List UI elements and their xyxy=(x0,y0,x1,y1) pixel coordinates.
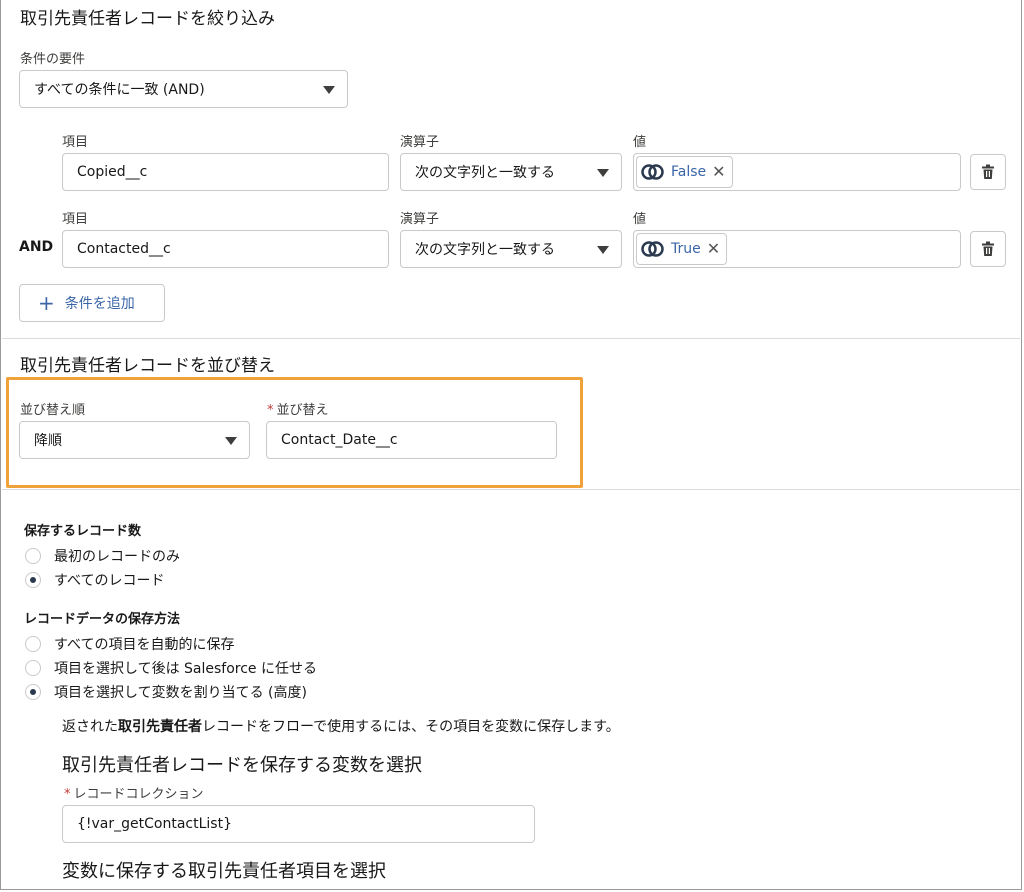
global-constant-icon xyxy=(641,164,664,180)
row2-value-text: True xyxy=(671,241,701,257)
sort-section-title: 取引先責任者レコードを並び替え xyxy=(20,356,275,376)
radio-first-record[interactable] xyxy=(25,548,41,564)
row1-delete-button[interactable] xyxy=(970,154,1006,190)
radio-store-variables[interactable] xyxy=(25,684,41,700)
add-condition-label: 条件を追加 xyxy=(64,296,135,312)
row1-value-text: False xyxy=(671,164,707,180)
global-constant-icon xyxy=(641,241,664,257)
row1-value-pill[interactable]: False ✕ xyxy=(636,156,733,188)
radio-first-record-label: 最初のレコードのみ xyxy=(54,549,180,565)
row1-operator-label: 演算子 xyxy=(400,135,440,150)
row2-delete-button[interactable] xyxy=(970,231,1006,267)
plus-icon: + xyxy=(38,291,55,315)
sort-field-input[interactable]: Contact_Date__c xyxy=(266,421,557,459)
sort-order-value: 降順 xyxy=(34,433,62,449)
row1-operator-select[interactable]: 次の文字列と一致する xyxy=(400,153,622,191)
storage-method-title: レコードデータの保存方法 xyxy=(24,612,181,627)
radio-store-salesforce-label: 項目を選択して後は Salesforce に任せる xyxy=(54,661,317,677)
required-asterisk: * xyxy=(267,403,274,418)
row2-field-input[interactable]: Contacted__c xyxy=(62,230,389,268)
record-count-title: 保存するレコード数 xyxy=(24,524,142,539)
radio-store-salesforce[interactable] xyxy=(25,660,41,676)
row1-field-label: 項目 xyxy=(62,135,89,150)
row2-operator-select[interactable]: 次の文字列と一致する xyxy=(400,230,622,268)
row1-value-label: 値 xyxy=(633,135,647,150)
sort-field-value: Contact_Date__c xyxy=(281,432,398,448)
variables-help-text: 返された取引先責任者レコードをフローで使用するには、その項目を変数に保存します。 xyxy=(62,719,620,735)
trash-icon xyxy=(982,241,994,256)
condition-requirement-label: 条件の要件 xyxy=(20,52,86,67)
row2-operator-label: 演算子 xyxy=(400,212,440,227)
condition-requirement-value: すべての条件に一致 (AND) xyxy=(34,82,205,98)
chevron-down-icon xyxy=(597,246,609,254)
close-icon[interactable]: ✕ xyxy=(707,241,720,257)
and-operator-label: AND xyxy=(19,239,54,255)
chevron-down-icon xyxy=(225,437,237,445)
radio-all-records[interactable] xyxy=(25,572,41,588)
condition-requirement-select[interactable]: すべての条件に一致 (AND) xyxy=(19,70,348,108)
trash-icon xyxy=(982,164,994,179)
record-collection-label: * レコードコレクション xyxy=(64,787,204,802)
close-icon[interactable]: ✕ xyxy=(712,164,725,180)
row2-value-input[interactable]: True ✕ xyxy=(633,230,961,268)
chevron-down-icon xyxy=(597,169,609,177)
radio-store-auto-label: すべての項目を自動的に保存 xyxy=(54,637,235,653)
row2-value-label: 値 xyxy=(633,212,647,227)
row1-field-value: Copied__c xyxy=(77,164,148,180)
row2-value-pill[interactable]: True ✕ xyxy=(636,233,728,265)
record-collection-value: {!var_getContactList} xyxy=(77,816,232,832)
row2-field-value: Contacted__c xyxy=(77,241,171,257)
sort-field-label: * 並び替え xyxy=(267,399,329,418)
row1-value-input[interactable]: False ✕ xyxy=(633,153,961,191)
sort-field-label-text: 並び替え xyxy=(276,403,329,418)
sort-order-select[interactable]: 降順 xyxy=(19,421,250,459)
select-variable-title: 取引先責任者レコードを保存する変数を選択 xyxy=(62,755,422,776)
row1-field-input[interactable]: Copied__c xyxy=(62,153,389,191)
section-divider xyxy=(2,489,1020,490)
row2-operator-value: 次の文字列と一致する xyxy=(415,242,555,258)
row1-operator-value: 次の文字列と一致する xyxy=(415,165,555,181)
record-collection-input[interactable]: {!var_getContactList} xyxy=(62,805,535,843)
chevron-down-icon xyxy=(323,86,335,94)
required-asterisk: * xyxy=(64,787,71,802)
section-divider xyxy=(2,338,1020,339)
filter-section-title: 取引先責任者レコードを絞り込み xyxy=(20,9,275,29)
select-fields-title: 変数に保存する取引先責任者項目を選択 xyxy=(62,861,386,882)
radio-all-records-label: すべてのレコード xyxy=(54,573,165,589)
add-condition-button[interactable]: + 条件を追加 xyxy=(19,284,165,322)
radio-store-variables-label: 項目を選択して変数を割り当てる (高度) xyxy=(54,685,307,701)
row2-field-label: 項目 xyxy=(62,212,89,227)
sort-order-label: 並び替え順 xyxy=(20,403,86,418)
radio-store-auto[interactable] xyxy=(25,636,41,652)
